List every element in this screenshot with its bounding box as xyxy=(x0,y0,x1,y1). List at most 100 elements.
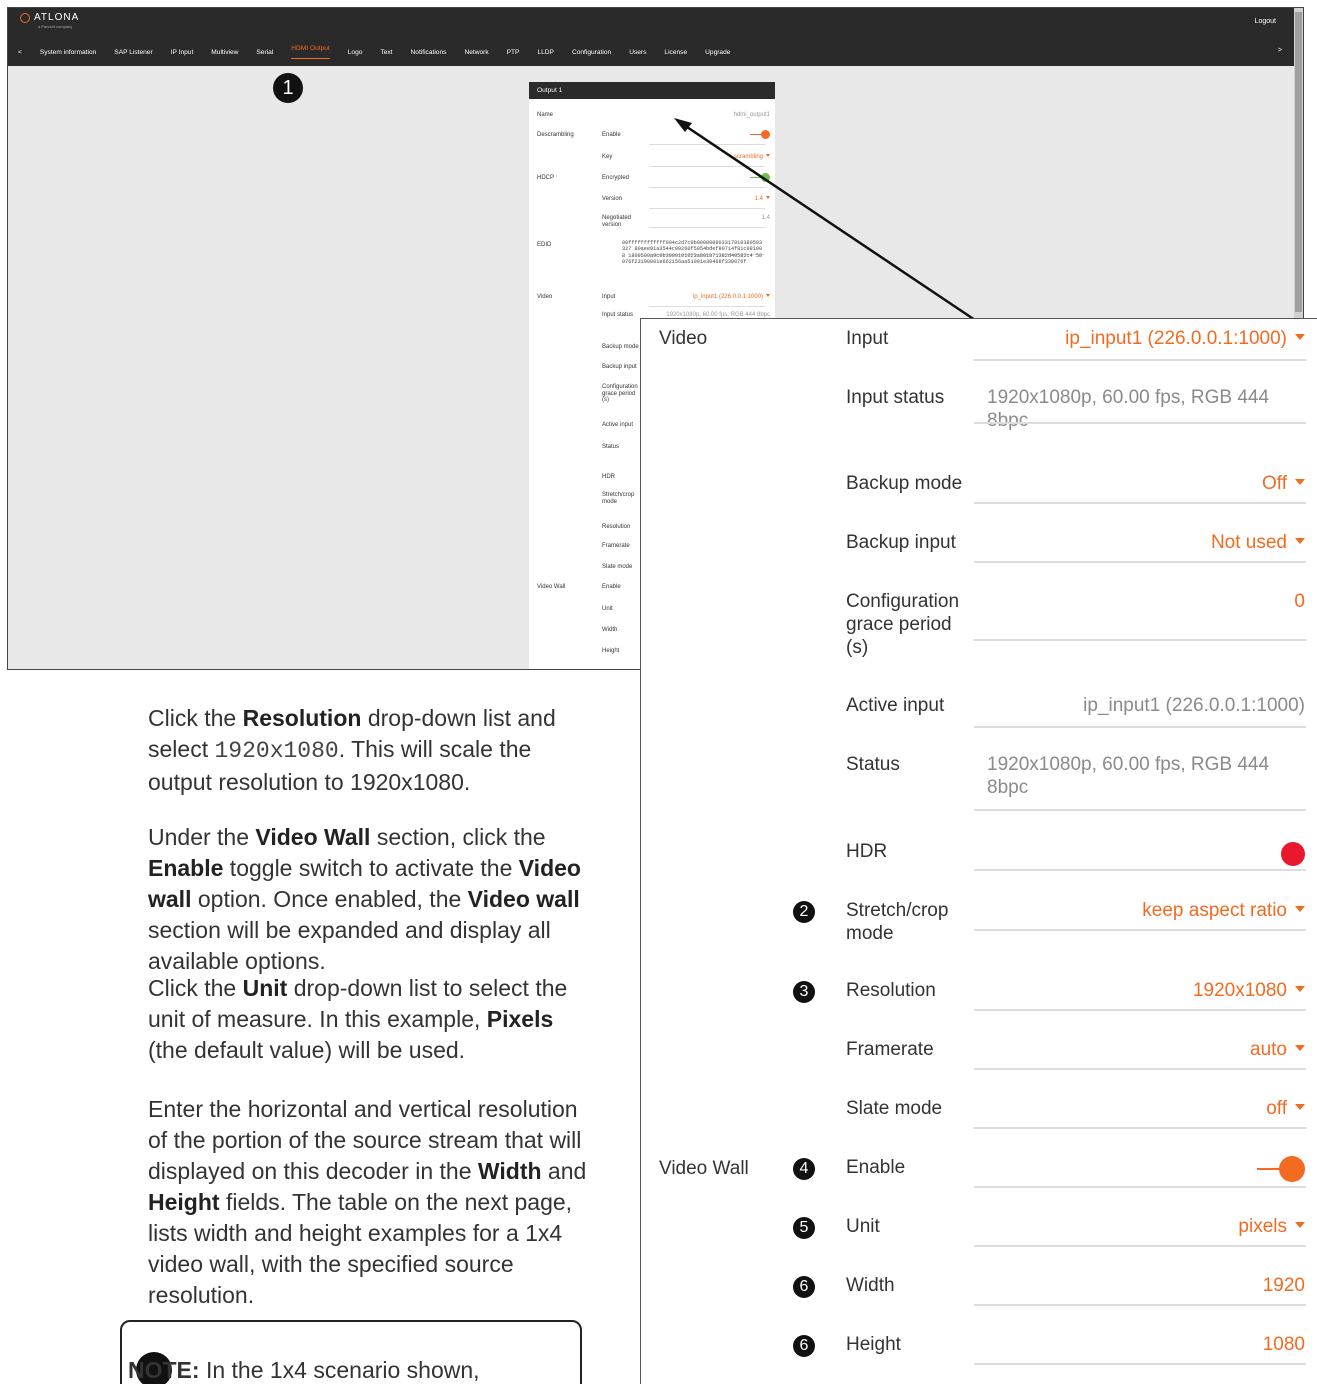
nav-tab-ptp[interactable]: PTP xyxy=(507,49,520,56)
panel-row-label: Version xyxy=(602,196,623,202)
nav-next-button[interactable]: > xyxy=(1278,47,1282,54)
panel-row-label: Width xyxy=(602,627,618,633)
dropdown-backup-input[interactable]: Not used xyxy=(1211,531,1305,554)
hdr-status-indicator xyxy=(1281,842,1305,866)
nav-tab-users[interactable]: Users xyxy=(629,49,646,56)
setting-label-input: Input xyxy=(846,328,889,349)
panel-row-label: Resolution xyxy=(602,524,631,530)
setting-divider xyxy=(974,1127,1306,1129)
chevron-down-icon xyxy=(1295,333,1305,340)
setting-divider xyxy=(974,502,1306,504)
panel-row-label: Key xyxy=(602,154,613,160)
panel-row-label: Enable xyxy=(602,584,621,590)
nav-tab-text[interactable]: Text xyxy=(380,49,392,56)
setting-divider xyxy=(974,929,1306,931)
panel-row-label: Framerate xyxy=(602,543,630,549)
instruction-video-wall-enable: Under the Video Wall section, click the … xyxy=(148,824,581,974)
dropdown-stretch-crop-mode[interactable]: keep aspect ratio xyxy=(1142,899,1305,922)
panel-title: Output 1 xyxy=(529,82,775,99)
panel-row-value: 1.4 xyxy=(761,215,770,221)
logout-link[interactable]: Logout xyxy=(1255,18,1276,25)
panel-row-divider xyxy=(649,208,765,209)
setting-label-backup-input: Backup input xyxy=(846,532,956,553)
panel-row-label: Encrypted xyxy=(602,175,630,181)
input-width[interactable]: 1920 xyxy=(1263,1274,1305,1297)
callout-badge-4: 4 xyxy=(793,1158,815,1180)
setting-divider xyxy=(974,1068,1306,1070)
nav-tab-license[interactable]: License xyxy=(664,49,687,56)
panel-section-label: Video Wall xyxy=(537,584,566,590)
nav-prev-button[interactable]: < xyxy=(18,49,22,56)
chevron-down-icon xyxy=(1295,1221,1305,1228)
panel-row-value[interactable]: scrambling xyxy=(734,153,770,161)
panel-row-label: Active input xyxy=(602,422,634,428)
setting-divider xyxy=(974,359,1306,361)
panel-section-label: HDCP xyxy=(537,175,555,181)
nav-tab-logo[interactable]: Logo xyxy=(348,49,363,56)
nav-tab-ip-input[interactable]: IP Input xyxy=(171,49,194,56)
dropdown-backup-mode[interactable]: Off xyxy=(1262,472,1305,495)
chevron-down-icon xyxy=(1295,1044,1305,1051)
nav-tab-multiview[interactable]: Multiview xyxy=(211,49,238,56)
nav-tab-serial[interactable]: Serial xyxy=(256,49,273,56)
nav-tab-lldp[interactable]: LLDP xyxy=(537,49,554,56)
nav-tab-configuration[interactable]: Configuration xyxy=(572,49,611,56)
nav-tab-upgrade[interactable]: Upgrade xyxy=(705,49,730,56)
dropdown-resolution[interactable]: 1920x1080 xyxy=(1193,979,1305,1002)
dropdown-input[interactable]: ip_input1 (226.0.0.1:1000) xyxy=(1065,327,1305,350)
panel-row-divider xyxy=(649,166,765,167)
callout-badge-6: 6 xyxy=(793,1276,815,1298)
section-video-wall-label: Video Wall xyxy=(659,1158,749,1179)
panel-row-divider xyxy=(649,227,765,228)
nav-tab-hdmi-output[interactable]: HDMI Output xyxy=(291,45,330,59)
setting-divider xyxy=(974,1245,1306,1247)
setting-label-configuration-grace-period-s-: Configuration grace period (s) xyxy=(846,591,960,658)
setting-divider xyxy=(974,639,1306,641)
instruction-unit: Click the Unit drop-down list to select … xyxy=(148,975,568,1063)
callout-badge-2: 2 xyxy=(793,901,815,923)
nav-tab-sap-listener[interactable]: SAP Listener xyxy=(114,49,152,56)
nav-tab-notifications[interactable]: Notifications xyxy=(411,49,447,56)
edid-textarea[interactable]: 00ffffffffffff004c2d7c0b0000000033170103… xyxy=(622,240,765,272)
setting-divider xyxy=(974,1304,1306,1306)
video-wall-enable-toggle[interactable] xyxy=(1257,1156,1305,1182)
panel-row-label: Unit xyxy=(602,606,613,612)
hdcp-encrypted-indicator xyxy=(750,173,770,182)
panel-row-label: Negotiated version xyxy=(602,215,632,228)
logo-subtext: a Panduit company xyxy=(38,24,73,29)
setting-label-slate-mode: Slate mode xyxy=(846,1098,943,1119)
panel-row-divider xyxy=(649,187,765,188)
setting-divider xyxy=(974,1186,1306,1188)
setting-divider xyxy=(974,561,1306,563)
nav-tab-system-information[interactable]: System information xyxy=(40,49,96,56)
setting-divider xyxy=(974,726,1306,728)
panel-row-value: hdmi_output1 xyxy=(733,112,770,118)
callout-badge-1: 1 xyxy=(273,73,303,103)
panel-row-label: HDR xyxy=(602,474,615,480)
readout-input-status: 1920x1080p, 60.00 fps, RGB 444 8bpc xyxy=(987,387,1270,431)
chevron-down-icon xyxy=(1295,537,1305,544)
descrambling-toggle[interactable] xyxy=(750,130,770,139)
setting-label-height: Height xyxy=(846,1334,901,1355)
dropdown-slate-mode[interactable]: off xyxy=(1266,1097,1305,1120)
input-configuration-grace-period-s-[interactable]: 0 xyxy=(1294,590,1305,613)
scrollbar-thumb[interactable] xyxy=(1295,12,1302,312)
panel-section-label: EDID xyxy=(537,242,552,248)
panel-row-label: Configuration grace period (s) xyxy=(602,384,638,403)
dropdown-framerate[interactable]: auto xyxy=(1250,1038,1305,1061)
dropdown-unit[interactable]: pixels xyxy=(1238,1215,1305,1238)
nav-tab-network[interactable]: Network xyxy=(464,49,488,56)
panel-row-label: Slate mode xyxy=(602,564,633,570)
panel-row-value[interactable]: 1.4 xyxy=(755,195,770,203)
panel-row-label: Enable xyxy=(602,132,621,138)
note-text: NOTE: In the 1x4 scenario shown, xyxy=(128,1357,480,1383)
input-height[interactable]: 1080 xyxy=(1263,1333,1305,1356)
instruction-width-height: Enter the horizontal and vertical resolu… xyxy=(148,1096,587,1308)
callout-badge-5: 5 xyxy=(793,1217,815,1239)
setting-label-width: Width xyxy=(846,1275,895,1296)
panel-row-label: Backup input xyxy=(602,364,637,370)
chevron-down-icon xyxy=(766,293,770,297)
top-bar: ATLONA a Panduit company Logout < System… xyxy=(8,8,1296,66)
chevron-down-icon xyxy=(1295,1103,1305,1110)
panel-row-value[interactable]: ip_input1 (226.0.0.1:1000) xyxy=(693,293,770,301)
